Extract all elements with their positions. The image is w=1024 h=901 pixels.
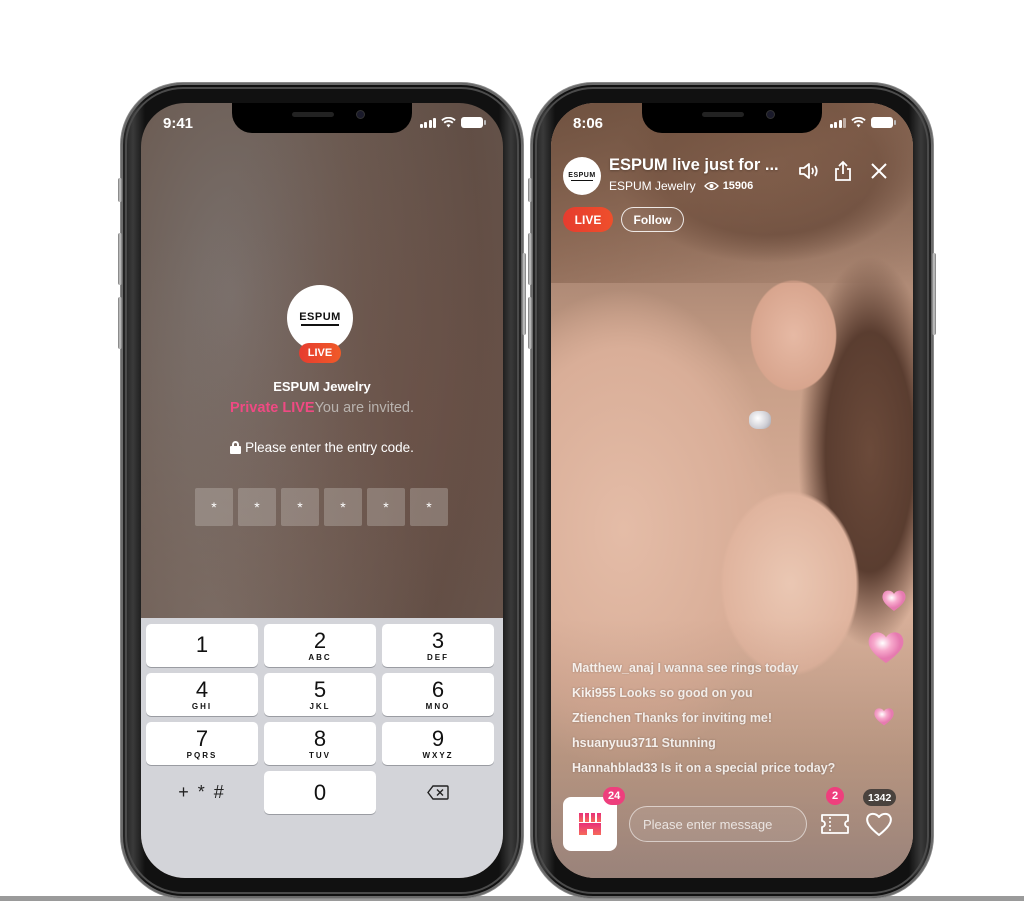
private-live-label: Private LIVE	[229, 400, 315, 416]
like-count: 1342	[863, 789, 897, 806]
speaker-icon[interactable]	[797, 159, 821, 183]
code-digit-box[interactable]: *	[410, 488, 448, 526]
brand-name: ESPUM Jewelry	[273, 379, 371, 394]
chat-username: Kiki955	[572, 686, 616, 700]
volume-up-button	[528, 233, 532, 285]
chat-username: Matthew_anaj	[572, 661, 654, 675]
key-6[interactable]: 6 MNO	[382, 673, 494, 716]
view-count: 15906	[703, 180, 754, 192]
volume-up-button	[118, 233, 122, 285]
shop-button[interactable]	[563, 797, 617, 851]
code-digit-box[interactable]: *	[238, 488, 276, 526]
follow-button[interactable]: Follow	[621, 207, 684, 232]
channel-name: ESPUM Jewelry	[609, 179, 696, 193]
floating-heart-icon	[882, 590, 906, 611]
power-button	[522, 253, 526, 335]
channel-avatar[interactable]: ESPUM	[563, 157, 601, 195]
key-7[interactable]: 7 PQRS	[146, 722, 258, 765]
cellular-signal-icon	[829, 117, 846, 128]
coupon-count-badge: 2	[826, 787, 844, 805]
volume-down-button	[528, 297, 532, 349]
earring	[749, 411, 771, 429]
lock-icon	[230, 441, 242, 454]
chat-message: Kiki955 Looks so good on you	[572, 686, 835, 711]
key-5[interactable]: 5 JKL	[264, 673, 376, 716]
notch	[232, 103, 412, 133]
status-time: 8:06	[573, 115, 604, 132]
status-time: 9:41	[163, 115, 194, 132]
close-icon[interactable]	[867, 159, 891, 183]
view-count-value: 15906	[722, 180, 754, 192]
entry-prompt-text: Please enter the entry code.	[245, 440, 414, 455]
key-2[interactable]: 2 ABC	[264, 624, 376, 667]
share-icon[interactable]	[831, 159, 855, 183]
key-8[interactable]: 8 TUV	[264, 722, 376, 765]
symbols-key[interactable]: + * #	[146, 771, 258, 814]
numeric-keypad: 1 2 ABC 3 DEF 4 GHI 5 JKL 6 MNO 7 PQRS 8 TUV 9W…	[141, 618, 503, 878]
live-stream-screen: 8:06 ESPUM ESPUM live just for ... ESPUM…	[551, 103, 913, 878]
heart-icon[interactable]	[865, 811, 893, 837]
power-button	[932, 253, 936, 335]
notch	[642, 103, 822, 133]
live-badge: LIVE	[563, 207, 613, 232]
message-input[interactable]	[629, 806, 807, 842]
key-4[interactable]: 4 GHI	[146, 673, 258, 716]
shop-count-badge: 24	[603, 787, 626, 805]
wifi-icon	[441, 117, 456, 128]
chat-feed: Matthew_anaj I wanna see rings today Kik…	[572, 661, 835, 786]
eye-icon	[703, 181, 719, 191]
entry-code-screen: 9:41 ESPUM LIVE ESPUM Jewelry Private LI…	[141, 103, 503, 878]
stream-title: ESPUM live just for ...	[609, 156, 779, 174]
mute-switch	[118, 178, 122, 202]
code-digit-box[interactable]: *	[195, 488, 233, 526]
code-digit-box[interactable]: *	[367, 488, 405, 526]
chat-username: hsuanyuu3711	[572, 736, 659, 750]
backspace-icon	[427, 785, 449, 800]
phone-live-stream: 8:06 ESPUM ESPUM live just for ... ESPUM…	[528, 83, 936, 898]
battery-icon	[461, 117, 486, 128]
battery-icon	[871, 117, 896, 128]
invite-text: You are invited.	[314, 400, 415, 416]
chat-message: Matthew_anaj I wanna see rings today	[572, 661, 835, 686]
code-digit-box[interactable]: *	[324, 488, 362, 526]
key-1[interactable]: 1	[146, 624, 258, 667]
floating-heart-icon	[874, 708, 894, 726]
chat-username: Hannahblad33	[572, 761, 658, 775]
chat-text: Thanks for inviting me!	[634, 711, 773, 725]
key-3[interactable]: 3 DEF	[382, 624, 494, 667]
stream-subtitle: ESPUM Jewelry 15906	[609, 179, 753, 193]
coupon-icon[interactable]	[820, 813, 850, 835]
chat-text: Stunning	[661, 736, 716, 750]
storefront-icon	[579, 813, 601, 835]
status-icons	[419, 117, 486, 128]
key-9[interactable]: 9 WXYZ	[382, 722, 494, 765]
status-icons	[829, 117, 896, 128]
chat-message: Hannahblad33 Is it on a special price to…	[572, 761, 835, 786]
key-0[interactable]: 0	[264, 771, 376, 814]
brand-logo: ESPUM	[299, 310, 341, 323]
brand-avatar: ESPUM	[287, 285, 353, 351]
chat-text: Looks so good on you	[619, 686, 753, 700]
chat-text: Is it on a special price today?	[660, 761, 836, 775]
chat-message: Ztienchen Thanks for inviting me!	[572, 711, 835, 736]
cellular-signal-icon	[419, 117, 436, 128]
code-digit-box[interactable]: *	[281, 488, 319, 526]
mute-switch	[528, 178, 532, 202]
floating-heart-icon	[868, 632, 904, 663]
invite-message: Private LIVEYou are invited.	[141, 400, 503, 416]
entry-code-input[interactable]: * * * * * *	[195, 488, 448, 526]
backspace-key[interactable]	[382, 771, 494, 814]
chat-message: hsuanyuu3711 Stunning	[572, 736, 835, 761]
chat-text: I wanna see rings today	[657, 661, 799, 675]
brand-logo: ESPUM	[568, 171, 596, 179]
wifi-icon	[851, 117, 866, 128]
live-badge: LIVE	[299, 343, 341, 363]
entry-prompt: Please enter the entry code.	[141, 440, 503, 455]
volume-down-button	[118, 297, 122, 349]
phone-entry-code: 9:41 ESPUM LIVE ESPUM Jewelry Private LI…	[118, 83, 526, 898]
chat-username: Ztienchen	[572, 711, 632, 725]
